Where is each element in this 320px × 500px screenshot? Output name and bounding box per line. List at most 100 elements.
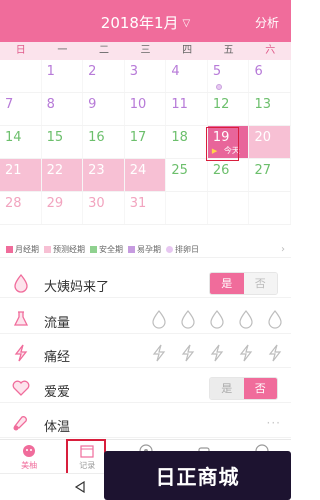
day-number: 27 — [254, 163, 272, 178]
calendar-day[interactable]: 21 — [0, 159, 42, 191]
legend-label: 易孕期 — [137, 245, 161, 254]
day-number: 30 — [88, 196, 105, 211]
legend-label: 安全期 — [99, 245, 123, 254]
calendar-day[interactable]: 24 — [124, 159, 167, 191]
calendar-grid: 1 2 3 4 5 6 7 8 9 10 11 12 13 14 15 16 17 18 19 ▶ 今天 20 21 22 23… — [0, 60, 292, 225]
calendar-day[interactable]: 10 — [125, 93, 167, 125]
calendar-day[interactable]: 11 — [166, 93, 208, 125]
love-toggle[interactable]: 是 否 — [209, 377, 278, 400]
legend-swatch — [90, 246, 97, 253]
calendar-empty-cell — [166, 192, 208, 224]
day-number: 16 — [88, 130, 105, 145]
day-number: 21 — [5, 163, 22, 178]
calendar-day[interactable]: 27 — [249, 159, 292, 191]
calendar-day[interactable]: 14 — [0, 126, 42, 158]
day-number: 3 — [129, 64, 139, 79]
calendar-day[interactable]: 9 — [83, 93, 125, 125]
day-number: 26 — [212, 163, 230, 178]
day-number: 17 — [129, 130, 147, 145]
analysis-button[interactable]: 分析 — [255, 14, 279, 31]
calendar-day[interactable]: 16 — [83, 126, 125, 158]
calendar-day[interactable]: 25 — [166, 159, 208, 191]
period-toggle[interactable]: 是 否 — [209, 272, 278, 295]
flow-drop-icon[interactable] — [236, 309, 256, 329]
calendar-day[interactable]: 6 — [249, 60, 292, 92]
more-icon[interactable]: ··· — [267, 416, 281, 430]
day-number: 15 — [46, 130, 64, 145]
flow-drop-icon[interactable] — [178, 309, 198, 329]
day-number: 8 — [46, 97, 55, 112]
pain-lightning-icon[interactable] — [207, 343, 227, 363]
day-number: 11 — [171, 97, 188, 112]
calendar-day[interactable]: 17 — [125, 126, 167, 158]
day-number: 13 — [254, 97, 272, 112]
thermometer-icon — [13, 416, 27, 431]
home-icon — [23, 445, 36, 457]
weekday-label: 六 — [265, 45, 276, 56]
legend-label: 预测经期 — [53, 245, 85, 254]
calendar-day[interactable]: 4 — [166, 60, 208, 92]
love-no-button[interactable]: 否 — [243, 378, 277, 399]
record-label: 体温 — [44, 420, 71, 435]
period-no-button[interactable]: 否 — [243, 273, 277, 294]
chevron-right-icon[interactable]: › — [281, 244, 285, 255]
day-number: 29 — [46, 196, 64, 211]
record-label: 大姨妈来了 — [44, 280, 110, 295]
calendar-day[interactable]: 1 — [42, 60, 84, 92]
calendar-day[interactable]: 31 — [125, 192, 167, 224]
calendar-day[interactable]: 7 — [0, 93, 42, 125]
record-pain: 痛经 — [0, 338, 291, 368]
calendar-week-row: 21 22 23 24 25 26 27 — [0, 159, 292, 192]
weekday-label: 四 — [182, 45, 193, 56]
legend-swatch — [6, 246, 13, 253]
legend-item: 易孕期 — [128, 244, 161, 255]
record-tab-highlight-box — [66, 439, 106, 476]
calendar-day[interactable]: 12 — [208, 93, 250, 125]
flow-drop-icon[interactable] — [207, 309, 227, 329]
period-yes-button[interactable]: 是 — [210, 273, 244, 294]
calendar-day[interactable]: 3 — [125, 60, 167, 92]
calendar-day[interactable]: 15 — [42, 126, 84, 158]
day-number: 22 — [46, 163, 64, 178]
pain-lightning-icon[interactable] — [265, 343, 285, 363]
calendar-day[interactable]: 5 — [208, 60, 250, 92]
day-number: 23 — [88, 163, 105, 178]
flow-drop-icon[interactable] — [149, 309, 169, 329]
calendar-day[interactable]: 20 — [249, 126, 292, 158]
tab-label: 美柚 — [21, 461, 38, 470]
calendar-day[interactable]: 26 — [208, 159, 250, 191]
flow-drop-icon[interactable] — [265, 309, 285, 329]
weekday-header: 日 一 二 三 四 五 六 — [0, 42, 291, 60]
legend-item: 排卵日 — [166, 244, 199, 255]
calendar-day[interactable]: 28 — [0, 192, 42, 224]
today-highlight-box — [206, 127, 239, 161]
flow-levels — [149, 309, 294, 329]
calendar-day[interactable]: 18 — [166, 126, 208, 158]
calendar-day[interactable]: 22 — [41, 159, 84, 191]
chevron-down-icon: ▽ — [182, 18, 191, 29]
ovulation-dot-icon — [215, 84, 222, 90]
calendar-legend: 月经期 预测经期 安全期 易孕期 排卵日 › — [0, 242, 291, 258]
header: 2018年1月 ▽ 分析 — [0, 0, 291, 42]
month-selector[interactable]: 2018年1月 ▽ — [0, 12, 291, 33]
legend-item: 月经期 — [6, 244, 39, 255]
calendar-day[interactable]: 29 — [42, 192, 84, 224]
calendar-day[interactable]: 13 — [249, 93, 292, 125]
drop-icon — [14, 274, 28, 293]
calendar-day[interactable]: 2 — [83, 60, 125, 92]
pain-lightning-icon[interactable] — [149, 343, 169, 363]
back-icon[interactable] — [74, 481, 86, 493]
calendar-day[interactable]: 8 — [42, 93, 84, 125]
calendar-week-row: 28 29 30 31 — [0, 192, 292, 225]
day-number: 6 — [254, 64, 263, 79]
record-label: 爱爱 — [44, 385, 71, 400]
pain-lightning-icon[interactable] — [178, 343, 198, 363]
tab-home[interactable]: 美柚 — [0, 440, 58, 473]
pain-lightning-icon[interactable] — [236, 343, 256, 363]
calendar-day[interactable]: 30 — [83, 192, 125, 224]
legend-swatch — [44, 246, 51, 253]
calendar-day[interactable]: 23 — [83, 159, 125, 191]
day-number: 2 — [88, 64, 97, 79]
weekday-label: 日 — [15, 45, 26, 56]
love-yes-button[interactable]: 是 — [210, 378, 244, 399]
